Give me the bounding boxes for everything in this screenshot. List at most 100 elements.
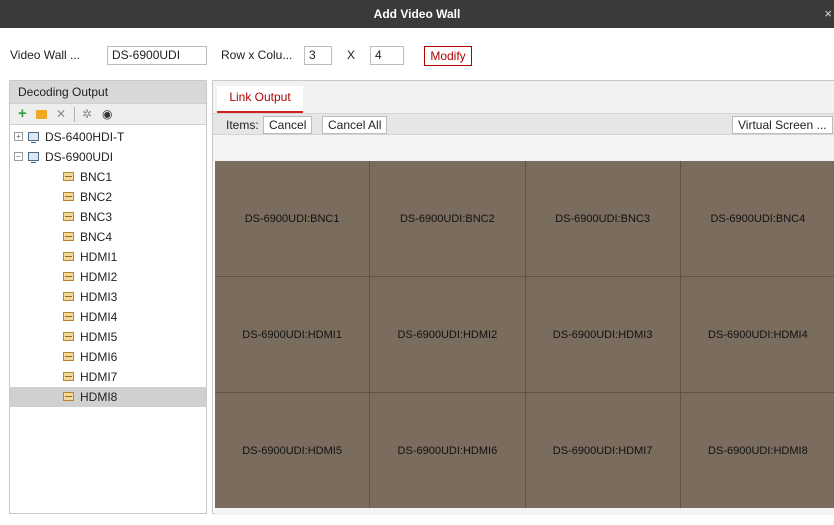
tree-output-node[interactable]: BNC3 [10, 207, 206, 227]
wall-cell[interactable]: DS-6900UDI:HDMI1 [215, 277, 370, 392]
output-icon [63, 372, 74, 381]
device-icon [28, 132, 39, 143]
cancel-all-button[interactable]: Cancel All [322, 116, 388, 134]
decoding-output-header: Decoding Output [10, 81, 206, 103]
output-icon [63, 392, 74, 401]
add-icon[interactable]: + [18, 106, 27, 122]
output-icon [63, 312, 74, 321]
tab-bar: Link Output [213, 81, 834, 113]
output-icon [63, 352, 74, 361]
output-icon [63, 292, 74, 301]
tree-output-node[interactable]: HDMI8 [10, 387, 206, 407]
toolbar-divider [74, 107, 75, 122]
output-icon [63, 172, 74, 181]
tree-output-node[interactable]: BNC1 [10, 167, 206, 187]
output-icon [63, 252, 74, 261]
tab-link-output[interactable]: Link Output [217, 86, 303, 113]
folder-icon[interactable] [36, 110, 47, 119]
device-tree: + DS-6400HDI-T − DS-6900UDI BNC1 BNC2 BNC3 BNC4… [10, 127, 206, 513]
items-toolbar: Items: Cancel Cancel All Virtual Screen … [213, 113, 834, 135]
tree-output-node[interactable]: HDMI3 [10, 287, 206, 307]
tree-node-label: HDMI2 [80, 270, 118, 284]
tree-output-node[interactable]: HDMI5 [10, 327, 206, 347]
tree-output-node[interactable]: HDMI6 [10, 347, 206, 367]
title-bar: Add Video Wall × [0, 0, 834, 28]
tree-output-node[interactable]: HDMI2 [10, 267, 206, 287]
tree-node-label: HDMI3 [80, 290, 118, 304]
wall-cell-label: DS-6900UDI:BNC3 [555, 212, 650, 225]
device-icon [28, 152, 39, 163]
wall-cell[interactable]: DS-6900UDI:HDMI4 [680, 277, 834, 392]
wall-config-bar: Video Wall ... DS-6900UDI Row x Colu... … [0, 28, 834, 76]
wall-cell-label: DS-6900UDI:HDMI6 [397, 444, 498, 457]
cancel-button[interactable]: Cancel [263, 116, 313, 134]
x-label: X [347, 48, 356, 62]
wall-cell-label: DS-6900UDI:HDMI5 [242, 444, 342, 457]
video-wall-grid: DS-6900UDI:BNC1 DS-6900UDI:BNC2 DS-6900UDI… [215, 161, 834, 508]
tree-output-node[interactable]: BNC4 [10, 227, 206, 247]
view-icon[interactable]: ◉ [102, 106, 112, 122]
tree-node-label: HDMI7 [80, 370, 118, 384]
output-icon [63, 332, 74, 341]
window-title: Add Video Wall [373, 7, 461, 21]
tree-device-node[interactable]: − DS-6900UDI [10, 147, 206, 167]
tree-node-label: HDMI1 [80, 250, 118, 264]
tree-node-label: HDMI4 [80, 310, 118, 324]
row-col-label: Row x Colu... [221, 48, 293, 62]
wall-cell-label: DS-6900UDI:HDMI4 [708, 328, 808, 341]
output-icon [63, 192, 74, 201]
delete-icon[interactable]: ✕ [56, 106, 66, 122]
settings-icon[interactable]: ✲ [82, 106, 92, 122]
tree-device-node[interactable]: + DS-6400HDI-T [10, 127, 206, 147]
wall-cell-label: DS-6900UDI:HDMI3 [552, 328, 653, 341]
wall-cell-label: DS-6900UDI:HDMI1 [242, 328, 342, 341]
tree-node-label: BNC3 [80, 210, 113, 224]
wall-cell-label: DS-6900UDI:HDMI8 [708, 444, 808, 457]
tree-node-label: BNC4 [80, 230, 113, 244]
wall-cell-label: DS-6900UDI:BNC2 [399, 212, 495, 225]
wall-cell[interactable]: DS-6900UDI:HDMI6 [370, 393, 525, 508]
wall-cell[interactable]: DS-6900UDI:HDMI3 [525, 277, 680, 392]
wall-cell[interactable]: DS-6900UDI:HDMI2 [370, 277, 525, 392]
wall-cell-label: DS-6900UDI:BNC4 [710, 212, 806, 225]
wall-cell[interactable]: DS-6900UDI:BNC2 [370, 161, 525, 276]
output-icon [63, 212, 74, 221]
tree-node-label: DS-6400HDI-T [45, 130, 125, 144]
wall-cell-label: DS-6900UDI:BNC1 [244, 212, 340, 225]
collapse-icon[interactable]: − [14, 152, 23, 161]
wall-header-strip [213, 135, 834, 161]
wall-cell[interactable]: DS-6900UDI:BNC3 [525, 161, 680, 276]
wall-cell-label: DS-6900UDI:HDMI7 [552, 444, 653, 457]
tree-toolbar: + ✕ ✲ ◉ [10, 103, 206, 125]
video-wall-name-input[interactable]: DS-6900UDI [107, 46, 207, 65]
rows-input[interactable]: 3 [304, 46, 332, 65]
tree-node-label: BNC2 [80, 190, 113, 204]
expand-icon[interactable]: + [14, 132, 23, 141]
wall-cell[interactable]: DS-6900UDI:HDMI7 [525, 393, 680, 508]
link-output-panel: Link Output Items: Cancel Cancel All Vir… [212, 80, 834, 515]
wall-cell[interactable]: DS-6900UDI:BNC4 [680, 161, 834, 276]
tree-output-node[interactable]: HDMI4 [10, 307, 206, 327]
tree-node-label: DS-6900UDI [45, 150, 114, 164]
output-icon [63, 272, 74, 281]
decoding-output-panel: Decoding Output + ✕ ✲ ◉ + DS-6400HDI-T − DS… [9, 80, 207, 514]
video-wall-name-label: Video Wall ... [10, 48, 81, 62]
tree-node-label: HDMI6 [80, 350, 118, 364]
tree-node-label: HDMI8 [80, 390, 118, 404]
wall-footer-strip [215, 508, 834, 515]
virtual-screen-button[interactable]: Virtual Screen ... [732, 116, 833, 134]
items-label: Items: [226, 118, 259, 132]
close-icon[interactable]: × [824, 6, 832, 21]
columns-input[interactable]: 4 [370, 46, 404, 65]
output-icon [63, 232, 74, 241]
tree-node-label: BNC1 [80, 170, 113, 184]
tree-output-node[interactable]: HDMI1 [10, 247, 206, 267]
tree-output-node[interactable]: HDMI7 [10, 367, 206, 387]
wall-cell[interactable]: DS-6900UDI:BNC1 [215, 161, 370, 276]
wall-cell-label: DS-6900UDI:HDMI2 [397, 328, 498, 341]
modify-button[interactable]: Modify [424, 46, 472, 66]
tree-node-label: HDMI5 [80, 330, 118, 344]
tree-output-node[interactable]: BNC2 [10, 187, 206, 207]
wall-cell[interactable]: DS-6900UDI:HDMI5 [215, 393, 370, 508]
wall-cell[interactable]: DS-6900UDI:HDMI8 [680, 393, 834, 508]
